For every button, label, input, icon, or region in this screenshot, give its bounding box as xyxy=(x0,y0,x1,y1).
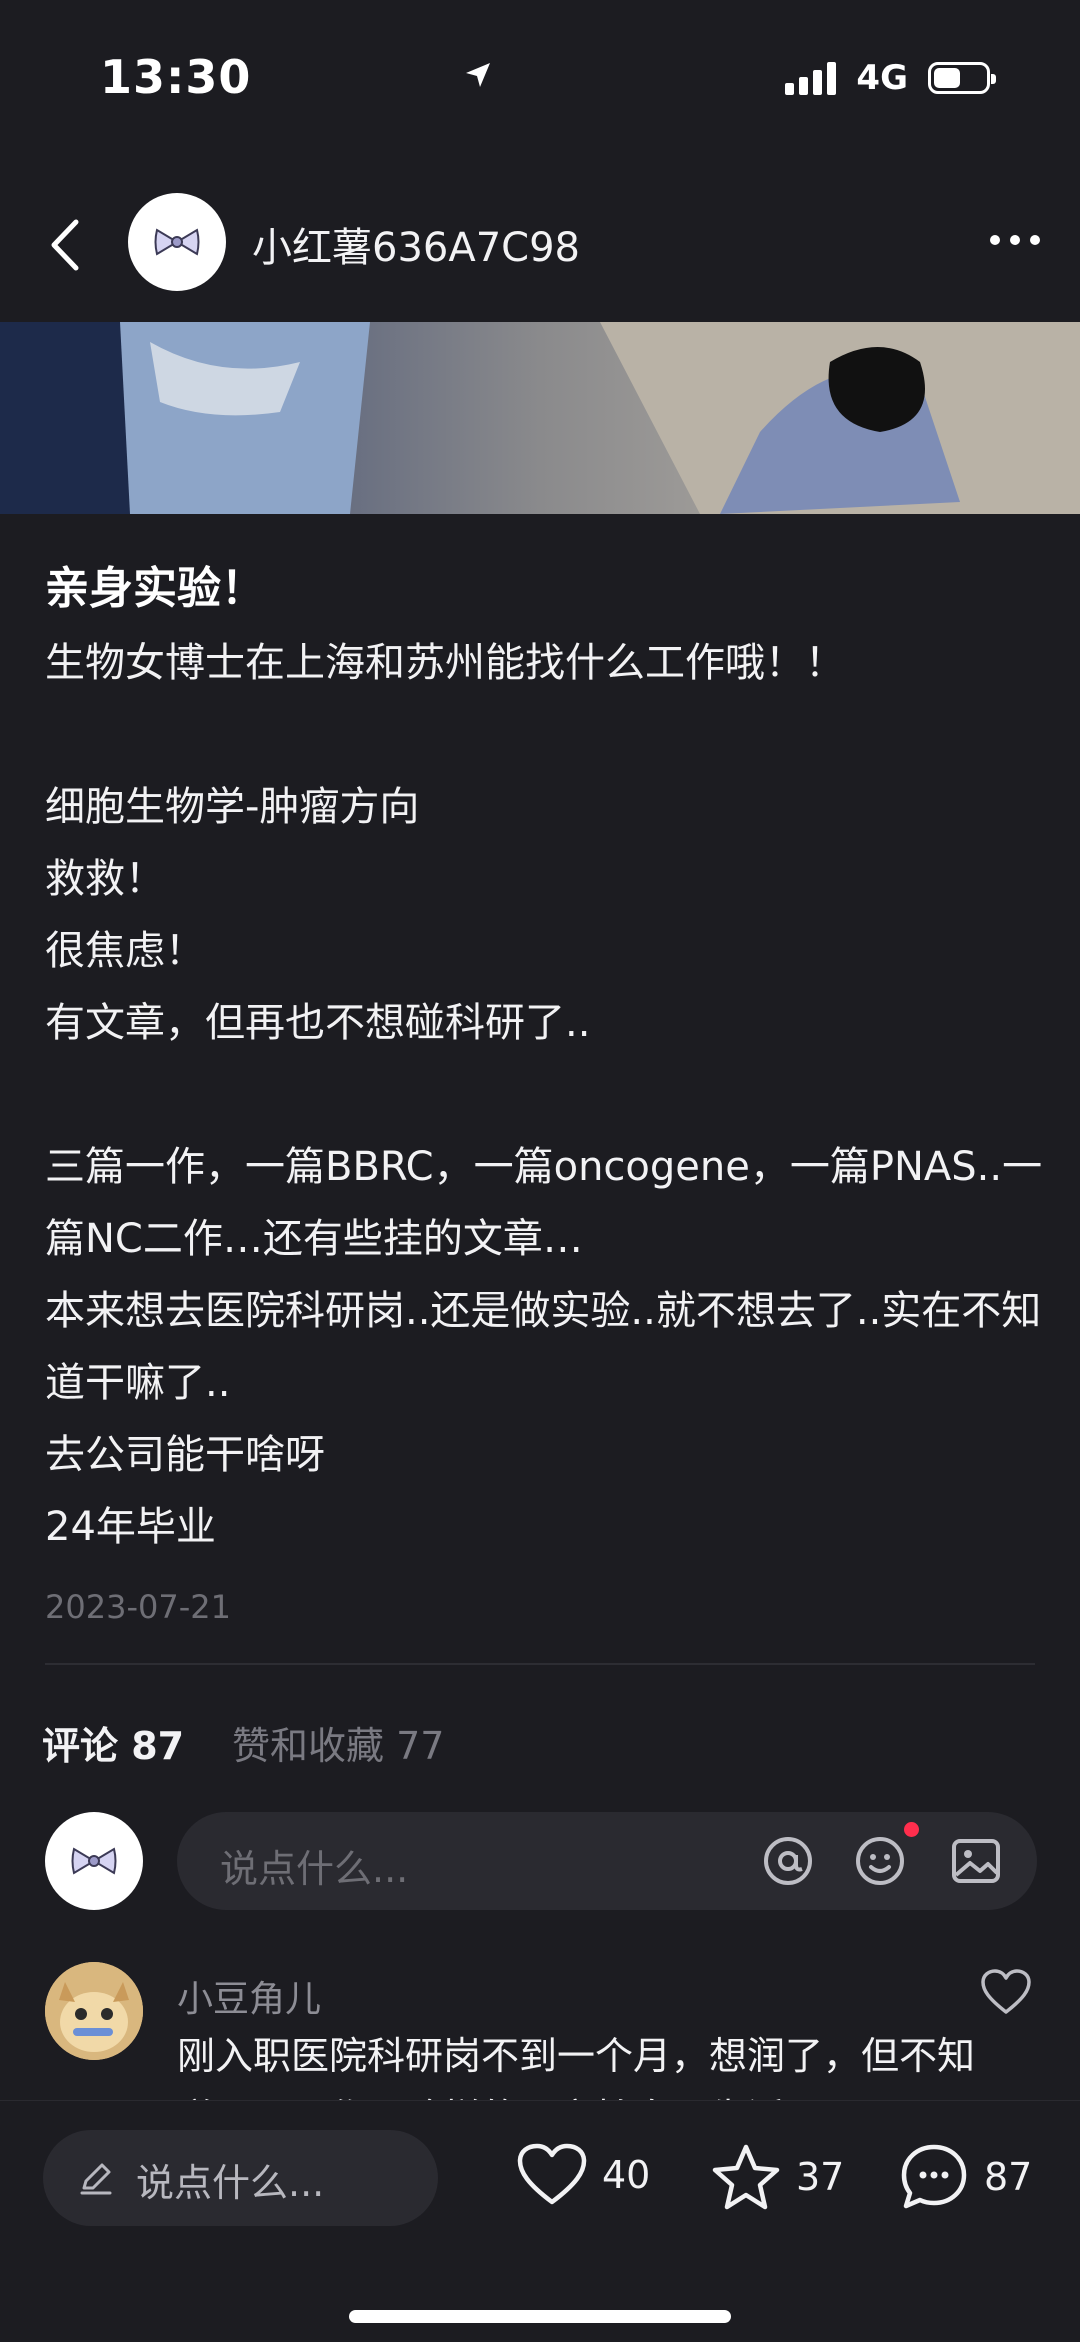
bow-icon xyxy=(154,228,200,256)
location-arrow-icon xyxy=(466,63,491,87)
signal-icon xyxy=(785,61,837,95)
comment-like-heart-icon[interactable] xyxy=(980,1968,1032,2016)
home-indicator[interactable] xyxy=(349,2310,731,2323)
star-icon xyxy=(712,2144,780,2210)
my-avatar xyxy=(45,1812,143,1910)
commenter-avatar[interactable] xyxy=(45,1962,143,2060)
like-button[interactable]: 40 xyxy=(516,2142,650,2208)
tab-likes-collects[interactable]: 赞和收藏 77 xyxy=(232,1715,444,1770)
post-image[interactable] xyxy=(0,322,1080,514)
network-type: 4G xyxy=(856,58,908,98)
like-count: 40 xyxy=(602,2153,651,2197)
tab-comments[interactable]: 评论 87 xyxy=(42,1715,184,1770)
chat-bubble-icon xyxy=(901,2144,967,2209)
commenter-name[interactable]: 小豆角儿 xyxy=(177,1970,321,2022)
bottom-input-placeholder: 说点什么... xyxy=(136,2161,325,2205)
post-date: 2023-07-21 xyxy=(45,1588,231,1626)
bow-icon xyxy=(71,1847,117,1875)
post-body: 生物女博士在上海和苏州能找什么工作哦！！ 细胞生物学-肿瘤方向 救救！ 很焦虑！… xyxy=(45,640,1043,1550)
notification-dot xyxy=(904,1822,919,1837)
battery-icon xyxy=(928,62,996,94)
emoji-icon[interactable] xyxy=(852,1833,908,1889)
more-options-icon[interactable] xyxy=(980,225,1050,255)
author-name[interactable]: 小红薯636A7C98 xyxy=(252,215,580,273)
divider xyxy=(45,1663,1035,1665)
status-time: 13:30 xyxy=(100,50,252,104)
mention-icon[interactable] xyxy=(760,1833,816,1889)
collect-count: 37 xyxy=(796,2155,845,2199)
post-photo xyxy=(0,322,1080,514)
pencil-icon xyxy=(80,2163,112,2195)
post-title: 亲身实验！ xyxy=(45,563,265,614)
heart-icon xyxy=(517,2143,587,2205)
cat-avatar-image xyxy=(45,1962,143,2060)
author-avatar[interactable] xyxy=(128,193,226,291)
comment-count: 87 xyxy=(984,2155,1033,2199)
status-indicators: 4G xyxy=(466,58,996,98)
back-chevron-icon[interactable] xyxy=(40,210,90,280)
comment-button[interactable]: 87 xyxy=(898,2142,1032,2212)
image-icon[interactable] xyxy=(948,1833,1004,1889)
comment-placeholder: 说点什么... xyxy=(220,1847,409,1891)
collect-button[interactable]: 37 xyxy=(710,2142,844,2212)
